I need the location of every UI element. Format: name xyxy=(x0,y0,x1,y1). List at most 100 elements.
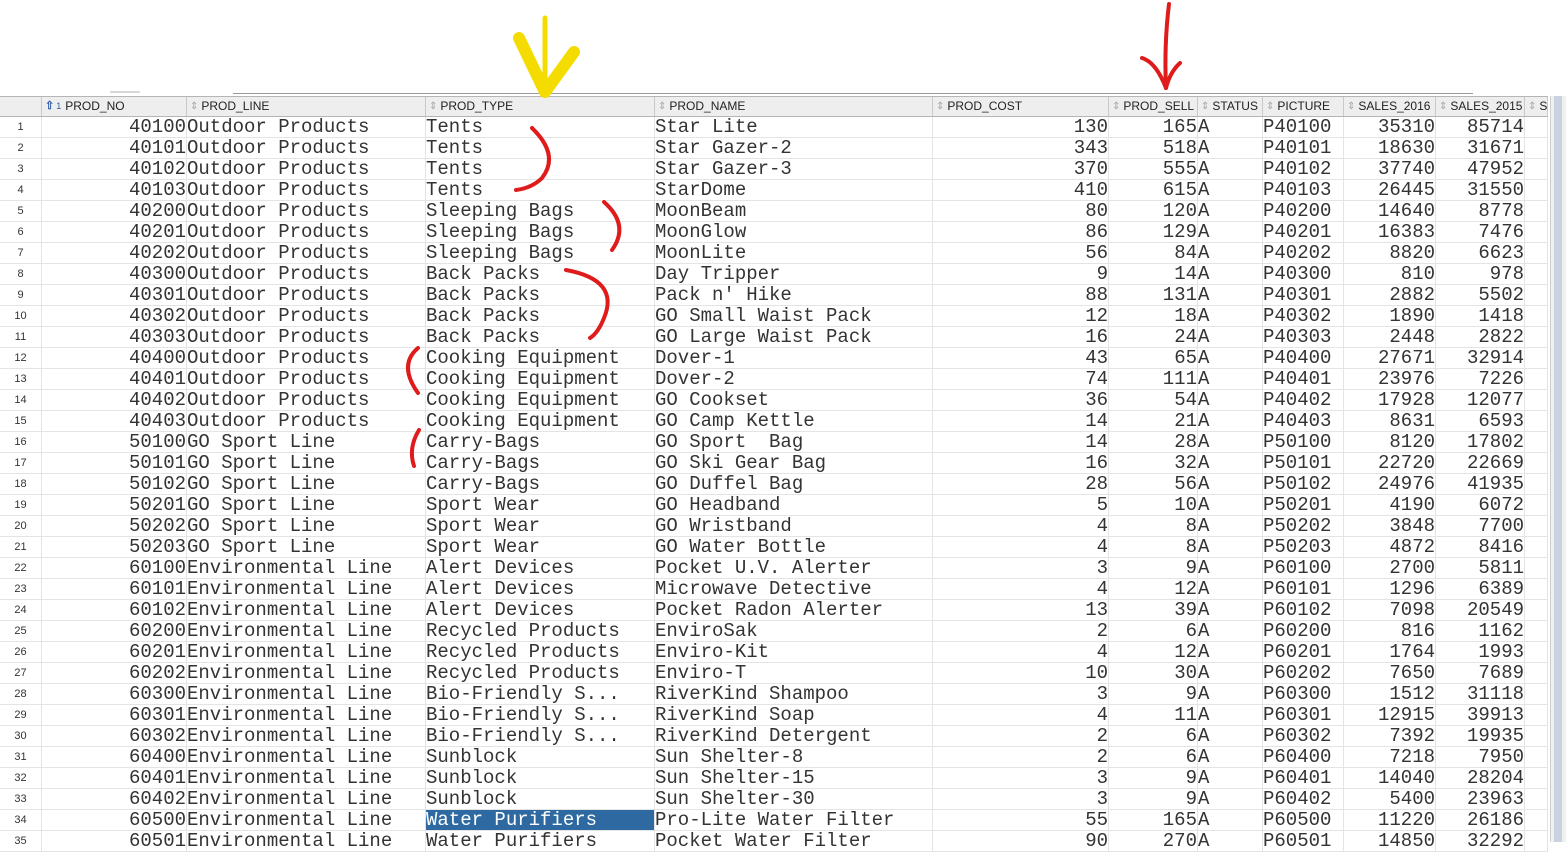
cell-prod-sell[interactable]: 8 xyxy=(1109,537,1198,557)
cell-prod-type[interactable]: Sunblock xyxy=(426,768,655,788)
table-row[interactable]: 27 60202 Environmental Line Recycled Produc… xyxy=(0,663,1548,684)
sort-toggle-icon[interactable]: ⇕ xyxy=(1439,97,1447,116)
cell-sales-2015[interactable]: 978 xyxy=(1436,264,1525,284)
cell-prod-type[interactable]: Tents xyxy=(426,117,655,137)
cell-status[interactable]: A xyxy=(1198,474,1263,494)
cell-sales-2015[interactable]: 8416 xyxy=(1436,537,1525,557)
sort-toggle-icon[interactable]: ⇕ xyxy=(1112,97,1120,116)
cell-prod-no[interactable]: 40202 xyxy=(42,243,187,263)
cell-prod-no[interactable]: 60302 xyxy=(42,726,187,746)
cell-prod-line[interactable]: Outdoor Products xyxy=(187,348,426,368)
cell-prod-name[interactable]: RiverKind Shampoo xyxy=(655,684,933,704)
cell-prod-type[interactable]: Back Packs xyxy=(426,327,655,347)
cell-picture[interactable]: P40402 xyxy=(1263,390,1344,410)
cell-picture[interactable]: P60101 xyxy=(1263,579,1344,599)
cell-prod-sell[interactable]: 131 xyxy=(1109,285,1198,305)
cell-prod-cost[interactable]: 370 xyxy=(933,159,1109,179)
cell-sales-2016[interactable]: 7650 xyxy=(1344,663,1436,683)
cell-prod-line[interactable]: GO Sport Line xyxy=(187,537,426,557)
cell-prod-line[interactable]: Environmental Line xyxy=(187,831,426,851)
cell-sales-2015[interactable]: 5811 xyxy=(1436,558,1525,578)
table-row[interactable]: 3 40102 Outdoor Products Tents Star Gazer-3 3… xyxy=(0,159,1548,180)
table-row[interactable]: 1 40100 Outdoor Products Tents Star Lite 130 1… xyxy=(0,117,1548,138)
cell-status[interactable]: A xyxy=(1198,306,1263,326)
cell-prod-sell[interactable]: 6 xyxy=(1109,747,1198,767)
cell-prod-line[interactable]: Outdoor Products xyxy=(187,369,426,389)
cell-sales-2015[interactable]: 26186 xyxy=(1436,810,1525,830)
cell-sales-2016[interactable]: 1890 xyxy=(1344,306,1436,326)
cell-overflow[interactable] xyxy=(1525,138,1548,158)
cell-prod-no[interactable]: 60100 xyxy=(42,558,187,578)
cell-prod-sell[interactable]: 54 xyxy=(1109,390,1198,410)
cell-sales-2015[interactable]: 41935 xyxy=(1436,474,1525,494)
cell-sales-2016[interactable]: 23976 xyxy=(1344,369,1436,389)
column-header-prod-name[interactable]: ⇕ PROD_NAME xyxy=(655,97,933,116)
cell-prod-no[interactable]: 40101 xyxy=(42,138,187,158)
cell-prod-cost[interactable]: 16 xyxy=(933,327,1109,347)
table-row[interactable]: 34 60500 Environmental Line Water Purifiers… xyxy=(0,810,1548,831)
cell-status[interactable]: A xyxy=(1198,726,1263,746)
cell-prod-no[interactable]: 60400 xyxy=(42,747,187,767)
table-row[interactable]: 4 40103 Outdoor Products Tents StarDome 410 61… xyxy=(0,180,1548,201)
cell-sales-2015[interactable]: 12077 xyxy=(1436,390,1525,410)
cell-picture[interactable]: P40400 xyxy=(1263,348,1344,368)
cell-prod-type[interactable]: Recycled Products xyxy=(426,663,655,683)
cell-status[interactable]: A xyxy=(1198,390,1263,410)
cell-overflow[interactable] xyxy=(1525,579,1548,599)
cell-prod-sell[interactable]: 21 xyxy=(1109,411,1198,431)
cell-overflow[interactable] xyxy=(1525,558,1548,578)
cell-prod-cost[interactable]: 410 xyxy=(933,180,1109,200)
cell-picture[interactable]: P40101 xyxy=(1263,138,1344,158)
cell-prod-sell[interactable]: 555 xyxy=(1109,159,1198,179)
cell-prod-name[interactable]: Enviro-T xyxy=(655,663,933,683)
table-row[interactable]: 25 60200 Environmental Line Recycled Produc… xyxy=(0,621,1548,642)
cell-sales-2016[interactable]: 37740 xyxy=(1344,159,1436,179)
cell-prod-type[interactable]: Sleeping Bags xyxy=(426,201,655,221)
sort-ascending-icon[interactable]: ⇧ xyxy=(45,97,54,116)
cell-sales-2015[interactable]: 1993 xyxy=(1436,642,1525,662)
scrollbar-thumb[interactable] xyxy=(1554,96,1562,842)
cell-prod-line[interactable]: Outdoor Products xyxy=(187,180,426,200)
cell-prod-no[interactable]: 40303 xyxy=(42,327,187,347)
cell-picture[interactable]: P60202 xyxy=(1263,663,1344,683)
cell-status[interactable]: A xyxy=(1198,222,1263,242)
cell-prod-cost[interactable]: 86 xyxy=(933,222,1109,242)
cell-prod-name[interactable]: Dover-2 xyxy=(655,369,933,389)
cell-sales-2016[interactable]: 35310 xyxy=(1344,117,1436,137)
cell-overflow[interactable] xyxy=(1525,348,1548,368)
cell-prod-name[interactable]: Microwave Detective xyxy=(655,579,933,599)
cell-prod-no[interactable]: 60401 xyxy=(42,768,187,788)
cell-prod-sell[interactable]: 165 xyxy=(1109,117,1198,137)
cell-prod-line[interactable]: Outdoor Products xyxy=(187,117,426,137)
cell-sales-2016[interactable]: 7392 xyxy=(1344,726,1436,746)
cell-sales-2016[interactable]: 8631 xyxy=(1344,411,1436,431)
cell-picture[interactable]: P60300 xyxy=(1263,684,1344,704)
cell-sales-2015[interactable]: 7689 xyxy=(1436,663,1525,683)
cell-prod-no[interactable]: 40401 xyxy=(42,369,187,389)
cell-prod-type[interactable]: Alert Devices xyxy=(426,579,655,599)
cell-overflow[interactable] xyxy=(1525,621,1548,641)
cell-prod-no[interactable]: 60501 xyxy=(42,831,187,851)
cell-overflow[interactable] xyxy=(1525,516,1548,536)
vertical-scrollbar[interactable] xyxy=(1550,96,1566,842)
column-header-picture[interactable]: ⇕ PICTURE xyxy=(1263,97,1344,116)
cell-prod-cost[interactable]: 10 xyxy=(933,663,1109,683)
cell-status[interactable]: A xyxy=(1198,516,1263,536)
cell-overflow[interactable] xyxy=(1525,117,1548,137)
cell-prod-name[interactable]: Pack n' Hike xyxy=(655,285,933,305)
cell-picture[interactable]: P40103 xyxy=(1263,180,1344,200)
cell-sales-2016[interactable]: 14850 xyxy=(1344,831,1436,851)
cell-prod-type[interactable]: Back Packs xyxy=(426,306,655,326)
table-row[interactable]: 9 40301 Outdoor Products Back Packs Pack n' … xyxy=(0,285,1548,306)
cell-prod-no[interactable]: 60300 xyxy=(42,684,187,704)
cell-prod-line[interactable]: Outdoor Products xyxy=(187,264,426,284)
cell-prod-sell[interactable]: 28 xyxy=(1109,432,1198,452)
cell-picture[interactable]: P50100 xyxy=(1263,432,1344,452)
table-row[interactable]: 21 50203 GO Sport Line Sport Wear GO Water B… xyxy=(0,537,1548,558)
cell-picture[interactable]: P60200 xyxy=(1263,621,1344,641)
cell-prod-type[interactable]: Sleeping Bags xyxy=(426,222,655,242)
cell-prod-sell[interactable]: 56 xyxy=(1109,474,1198,494)
cell-prod-name[interactable]: RiverKind Soap xyxy=(655,705,933,725)
cell-prod-name[interactable]: Pro-Lite Water Filter xyxy=(655,810,933,830)
cell-overflow[interactable] xyxy=(1525,201,1548,221)
